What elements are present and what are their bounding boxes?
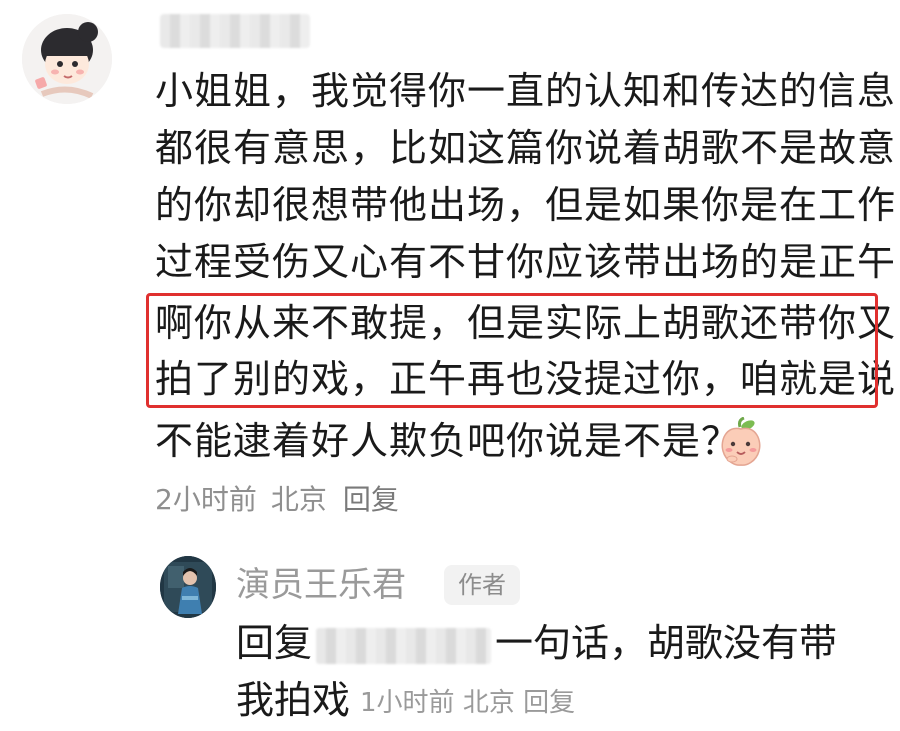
reply-body: 一句话，胡歌没有带: [495, 621, 838, 665]
comment-line-3: 的你却很想带他出场，但是如果你是在工作: [155, 183, 897, 227]
cartoon-avatar-icon: [22, 14, 112, 104]
author-photo-icon: [160, 556, 216, 618]
reply-text-line-2: 我拍戏 1小时前 北京 回复: [236, 672, 575, 728]
reply-time: 1小时前: [360, 687, 455, 718]
blurred-reply-target: [316, 627, 492, 664]
peach-emoji-icon: [718, 416, 764, 467]
reply-prefix: 回复: [236, 621, 313, 665]
commenter-avatar[interactable]: [22, 14, 112, 104]
comment-meta: 2小时前 北京 回复: [155, 480, 399, 520]
author-name[interactable]: 演员王乐君: [236, 560, 406, 610]
reply-reply-button[interactable]: 回复: [523, 688, 575, 718]
reply-text-line-1: 回复 一句话，胡歌没有带: [236, 615, 837, 671]
comment-location: 北京: [270, 483, 327, 516]
blurred-username: [160, 14, 310, 48]
reply-location: 北京: [462, 687, 515, 718]
comment-line-4: 过程受伤又心有不甘你应该带出场的是正午: [155, 240, 897, 284]
red-highlight-box: [146, 293, 878, 408]
comment-time: 2小时前: [155, 483, 257, 516]
comment-line-1: 小姐姐，我觉得你一直的认知和传达的信息: [155, 69, 897, 113]
reply-button[interactable]: 回复: [343, 483, 399, 516]
author-badge: 作者: [444, 565, 520, 605]
comment-line-7: 不能逮着好人欺负吧你说是不是？: [155, 419, 741, 463]
comment-line-2: 都很有意思，比如这篇你说着胡歌不是故意: [155, 126, 897, 170]
author-avatar[interactable]: [160, 556, 216, 618]
reply-meta: 1小时前 北京 回复: [360, 688, 575, 718]
reply-body-2: 我拍戏: [236, 678, 351, 722]
